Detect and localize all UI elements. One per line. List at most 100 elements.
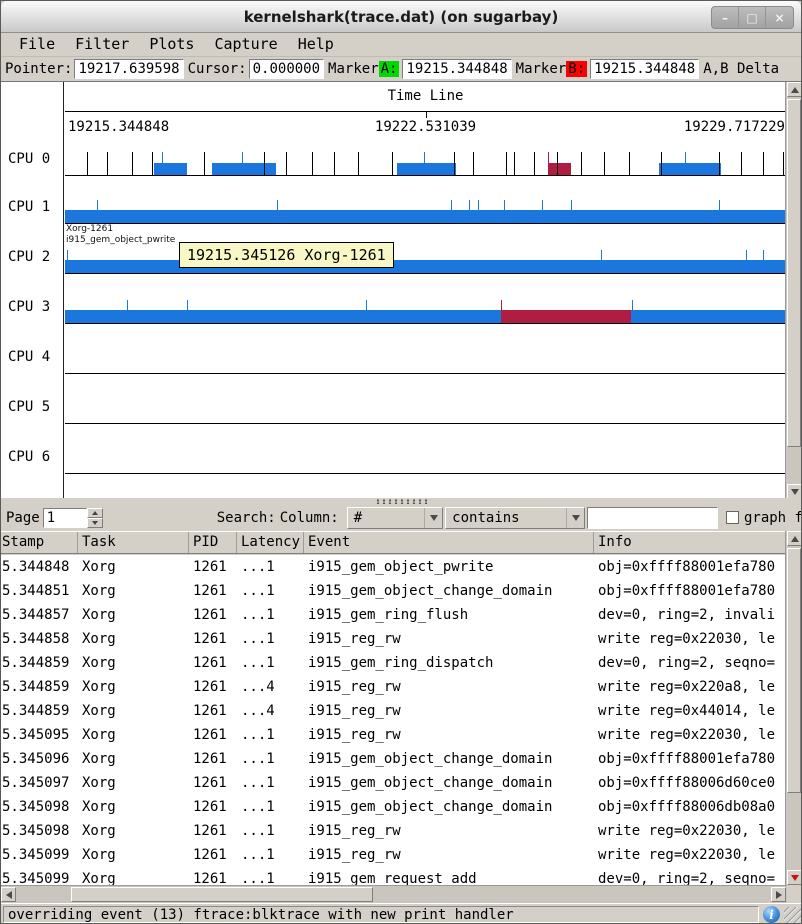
match-select-arrow-icon[interactable]	[566, 508, 584, 528]
table-row[interactable]: 5.344851Xorg1261...1i915_gem_object_chan…	[1, 579, 787, 603]
cpu-3-task-bar[interactable]	[65, 310, 786, 323]
header-event[interactable]: Event	[304, 532, 594, 553]
cpu-0-event-tick[interactable]	[358, 152, 359, 175]
close-button[interactable]: ×	[766, 7, 793, 28]
cpu-1-event-tick[interactable]	[719, 200, 720, 223]
menu-file[interactable]: File	[9, 34, 65, 55]
cpu-3-event-tick[interactable]	[632, 300, 633, 323]
table-hscrollbar[interactable]	[1, 885, 787, 903]
cpu-0-event-tick[interactable]	[162, 152, 163, 175]
marker-b-badge[interactable]: B:	[566, 61, 587, 77]
match-select[interactable]: contains	[445, 507, 585, 529]
cpu-1-event-tick[interactable]	[451, 200, 452, 223]
graph-scroll-down-icon[interactable]	[787, 484, 802, 499]
menu-capture[interactable]: Capture	[204, 34, 287, 55]
cpu-2-event-tick[interactable]	[67, 250, 68, 273]
page-spinner[interactable]: 1	[43, 508, 103, 528]
cpu-1-event-tick[interactable]	[97, 200, 98, 223]
cpu-0-task-bar[interactable]	[659, 163, 721, 175]
cpu-0-event-tick[interactable]	[242, 152, 243, 175]
search-input[interactable]	[587, 507, 718, 529]
cpu-0-event-tick[interactable]	[661, 152, 662, 175]
cpu-0-event-tick[interactable]	[741, 152, 742, 175]
cpu-1-event-tick[interactable]	[571, 200, 572, 223]
cpu-0-event-tick[interactable]	[334, 152, 335, 175]
table-row[interactable]: 5.345099Xorg1261...1i915_gem_request_add…	[1, 867, 787, 885]
header-pid[interactable]: PID	[189, 532, 237, 553]
cpu-2-event-tick[interactable]	[746, 250, 747, 273]
cpu-0-event-tick[interactable]	[534, 152, 535, 175]
table-scroll-thumb[interactable]	[787, 548, 801, 793]
cpu-0-task-bar[interactable]	[212, 163, 275, 175]
cpu-0-event-tick[interactable]	[604, 152, 605, 175]
header-task[interactable]: Task	[78, 532, 189, 553]
cpu-1-event-tick[interactable]	[478, 200, 479, 223]
table-scroll-right-icon[interactable]	[771, 887, 786, 902]
cpu-1-event-tick[interactable]	[542, 200, 543, 223]
table-row[interactable]: 5.345097Xorg1261...1i915_gem_object_chan…	[1, 771, 787, 795]
table-vscrollbar[interactable]	[785, 531, 801, 885]
table-row[interactable]: 5.345096Xorg1261...1i915_gem_object_chan…	[1, 747, 787, 771]
cpu-3-event-tick[interactable]	[127, 300, 128, 323]
cpu-0-event-tick[interactable]	[685, 152, 686, 175]
splitter-handle-icon[interactable]	[375, 499, 429, 504]
cpu-0-event-tick[interactable]	[132, 152, 133, 175]
cpu-0-event-tick[interactable]	[783, 152, 784, 175]
graph-follows-checkbox[interactable]	[726, 511, 739, 524]
cpu-3-event-tick[interactable]	[187, 300, 188, 323]
cpu-0-event-tick[interactable]	[312, 152, 313, 175]
timeline-plot[interactable]: Time Line 19215.344848 19222.531039 1922…	[65, 82, 786, 498]
cpu-0-event-tick[interactable]	[548, 152, 549, 175]
resize-grip-icon[interactable]	[784, 907, 802, 924]
cpu-0-event-tick[interactable]	[286, 152, 287, 175]
table-scroll-left-icon[interactable]	[1, 887, 16, 902]
table-row[interactable]: 5.345098Xorg1261...1i915_gem_object_chan…	[1, 795, 787, 819]
cpu-2-task-bar[interactable]	[65, 260, 786, 273]
cpu-0-event-tick[interactable]	[264, 152, 265, 175]
cpu-0-event-tick[interactable]	[557, 152, 558, 175]
cpu-0-event-tick[interactable]	[763, 152, 764, 175]
table-row[interactable]: 5.344857Xorg1261...1i915_gem_ring_flushd…	[1, 603, 787, 627]
marker-a-badge[interactable]: A:	[379, 61, 400, 77]
cpu-0-event-tick[interactable]	[506, 152, 507, 175]
cpu-0-event-tick[interactable]	[581, 152, 582, 175]
cpu-1-event-tick[interactable]	[469, 200, 470, 223]
cpu-0-event-tick[interactable]	[392, 152, 393, 175]
table-row[interactable]: 5.344859Xorg1261...4i915_reg_rwwrite reg…	[1, 675, 787, 699]
cpu-1-event-tick[interactable]	[504, 200, 505, 223]
cpu-3-task-bar[interactable]	[501, 310, 631, 323]
cpu-0-event-tick[interactable]	[629, 152, 630, 175]
menu-help[interactable]: Help	[288, 34, 344, 55]
cpu-0-task-bar[interactable]	[154, 163, 187, 175]
column-select-arrow-icon[interactable]	[424, 508, 442, 528]
table-row[interactable]: 5.345098Xorg1261...1i915_reg_rwwrite reg…	[1, 819, 787, 843]
cpu-1-task-bar[interactable]	[65, 210, 786, 223]
graph-vscrollbar[interactable]	[785, 82, 801, 499]
cpu-3-event-tick[interactable]	[501, 300, 502, 323]
cpu-0-event-tick[interactable]	[719, 152, 720, 175]
cpu-0-event-tick[interactable]	[107, 152, 108, 175]
maximize-button[interactable]: □	[739, 7, 766, 28]
cpu-0-event-tick[interactable]	[514, 152, 515, 175]
minimize-button[interactable]: –	[712, 7, 739, 28]
cpu-1-event-tick[interactable]	[277, 200, 278, 223]
cpu-0-event-tick[interactable]	[87, 152, 88, 175]
info-icon[interactable]: i	[763, 906, 780, 923]
table-row[interactable]: 5.344859Xorg1261...1i915_gem_ring_dispat…	[1, 651, 787, 675]
graph-scroll-up-icon[interactable]	[787, 82, 802, 97]
cpu-0-task-bar[interactable]	[548, 163, 571, 175]
cpu-3-event-tick[interactable]	[366, 300, 367, 323]
header-info[interactable]: Info	[594, 532, 787, 553]
menu-plots[interactable]: Plots	[139, 34, 204, 55]
table-row[interactable]: 5.344848Xorg1261...1i915_gem_object_pwri…	[1, 555, 787, 579]
cpu-0-event-tick[interactable]	[424, 152, 425, 175]
table-row[interactable]: 5.344859Xorg1261...4i915_reg_rwwrite reg…	[1, 699, 787, 723]
cpu-0-event-tick[interactable]	[204, 152, 205, 175]
menu-filter[interactable]: Filter	[65, 34, 139, 55]
page-up-icon[interactable]	[87, 508, 103, 518]
cpu-0-task-bar[interactable]	[397, 163, 457, 175]
table-scroll-up-icon[interactable]	[787, 531, 802, 546]
table-row[interactable]: 5.344858Xorg1261...1i915_reg_rwwrite reg…	[1, 627, 787, 651]
table-row[interactable]: 5.345095Xorg1261...1i915_reg_rwwrite reg…	[1, 723, 787, 747]
table-row[interactable]: 5.345099Xorg1261...1i915_reg_rwwrite reg…	[1, 843, 787, 867]
